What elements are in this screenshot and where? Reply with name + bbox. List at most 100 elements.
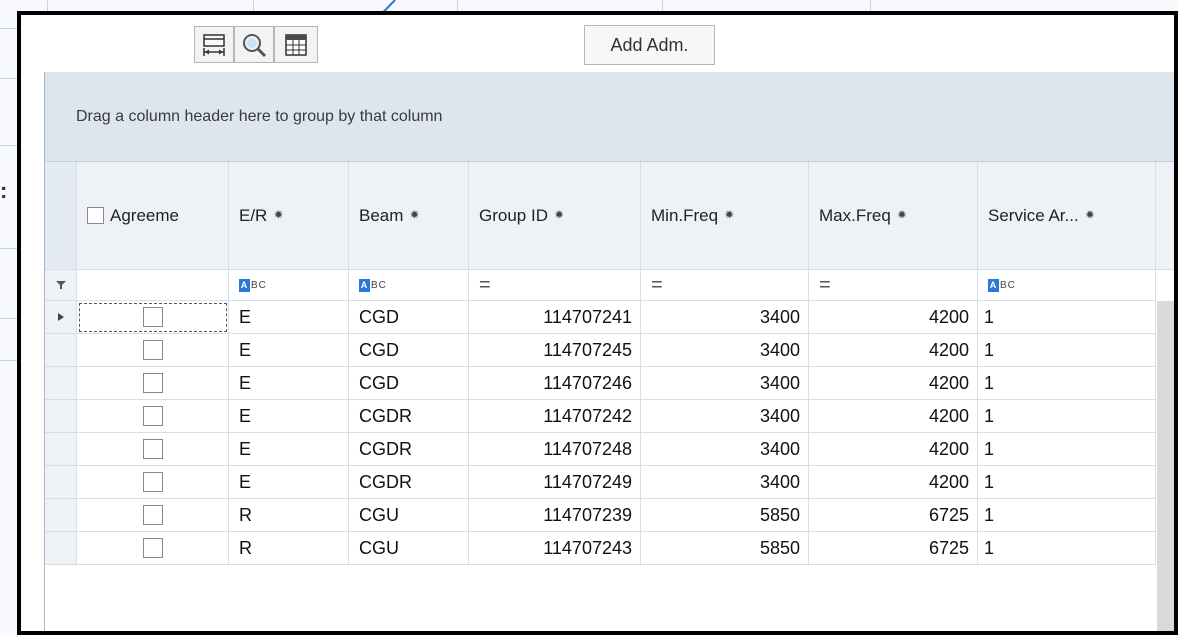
- beam-cell[interactable]: CGDR: [349, 400, 469, 433]
- group-id-cell[interactable]: 114707239: [469, 499, 641, 532]
- max-freq-cell[interactable]: 6725: [809, 499, 978, 532]
- search-button[interactable]: [234, 26, 274, 63]
- group-by-panel[interactable]: Drag a column header here to group by th…: [45, 72, 1174, 162]
- select-all-checkbox[interactable]: [87, 207, 104, 224]
- agreement-checkbox[interactable]: [142, 373, 163, 393]
- min-freq-cell[interactable]: 3400: [641, 400, 809, 433]
- group-id-cell[interactable]: 114707242: [469, 400, 641, 433]
- service-area-cell[interactable]: 1: [978, 532, 1156, 565]
- max-freq-cell[interactable]: 6725: [809, 532, 978, 565]
- er-cell[interactable]: E: [229, 466, 349, 499]
- agreement-checkbox[interactable]: [142, 472, 163, 492]
- table-row[interactable]: R CGU 114707239 5850 6725 1: [45, 499, 1174, 532]
- agreement-checkbox[interactable]: [142, 307, 163, 327]
- group-id-cell[interactable]: 114707249: [469, 466, 641, 499]
- column-chooser-button[interactable]: [274, 26, 318, 63]
- er-cell[interactable]: R: [229, 532, 349, 565]
- min-freq-cell[interactable]: 3400: [641, 466, 809, 499]
- group-id-cell[interactable]: 114707241: [469, 301, 641, 334]
- agreement-cell[interactable]: [77, 367, 229, 400]
- agreement-checkbox[interactable]: [142, 505, 163, 525]
- add-adm-button[interactable]: Add Adm.: [584, 25, 715, 65]
- agreement-cell[interactable]: [77, 466, 229, 499]
- agreement-cell[interactable]: [77, 301, 229, 334]
- agreement-checkbox[interactable]: [142, 406, 163, 426]
- table-row[interactable]: E CGD 114707241 3400 4200 1: [45, 301, 1174, 334]
- table-row[interactable]: E CGDR 114707249 3400 4200 1: [45, 466, 1174, 499]
- er-cell[interactable]: E: [229, 367, 349, 400]
- beam-cell[interactable]: CGD: [349, 367, 469, 400]
- row-indicator: [45, 400, 77, 433]
- column-header-beam[interactable]: Beam 🟒: [349, 162, 469, 270]
- service-area-cell[interactable]: 1: [978, 433, 1156, 466]
- filter-cell-er[interactable]: A BC: [229, 270, 349, 301]
- min-freq-cell[interactable]: 3400: [641, 433, 809, 466]
- group-id-cell[interactable]: 114707248: [469, 433, 641, 466]
- table-row[interactable]: R CGU 114707243 5850 6725 1: [45, 532, 1174, 565]
- max-freq-cell[interactable]: 4200: [809, 334, 978, 367]
- filter-cell-beam[interactable]: A BC: [349, 270, 469, 301]
- service-area-cell[interactable]: 1: [978, 499, 1156, 532]
- beam-cell[interactable]: CGDR: [349, 433, 469, 466]
- service-area-cell[interactable]: 1: [978, 466, 1156, 499]
- agreement-checkbox[interactable]: [142, 538, 163, 558]
- min-freq-cell[interactable]: 5850: [641, 532, 809, 565]
- column-header-er[interactable]: E/R 🟒: [229, 162, 349, 270]
- agreement-checkbox[interactable]: [142, 439, 163, 459]
- er-cell[interactable]: E: [229, 334, 349, 367]
- er-cell[interactable]: E: [229, 433, 349, 466]
- beam-cell[interactable]: CGU: [349, 499, 469, 532]
- max-freq-cell[interactable]: 4200: [809, 466, 978, 499]
- fit-columns-button[interactable]: [194, 26, 234, 63]
- agreement-cell[interactable]: [77, 334, 229, 367]
- agreement-cell[interactable]: [77, 532, 229, 565]
- min-freq-cell[interactable]: 3400: [641, 367, 809, 400]
- service-area-cell[interactable]: 1: [978, 367, 1156, 400]
- beam-cell[interactable]: CGD: [349, 301, 469, 334]
- agreement-cell[interactable]: [77, 499, 229, 532]
- filter-cell-max-freq[interactable]: =: [809, 270, 978, 301]
- filter-cell-service-area[interactable]: A BC: [978, 270, 1156, 301]
- column-header-group-id[interactable]: Group ID 🟒: [469, 162, 641, 270]
- max-freq-cell[interactable]: 4200: [809, 367, 978, 400]
- filter-pin-icon[interactable]: 🟒: [897, 206, 907, 225]
- column-header-agreement[interactable]: Agreeme: [77, 162, 229, 270]
- column-header-min-freq[interactable]: Min.Freq 🟒: [641, 162, 809, 270]
- beam-cell[interactable]: CGD: [349, 334, 469, 367]
- column-header-service-area[interactable]: Service Ar... 🟒: [978, 162, 1156, 270]
- service-area-cell[interactable]: 1: [978, 334, 1156, 367]
- filter-pin-icon[interactable]: 🟒: [1085, 206, 1095, 225]
- filter-pin-icon[interactable]: 🟒: [724, 206, 734, 225]
- filter-pin-icon[interactable]: 🟒: [273, 206, 283, 225]
- group-id-cell[interactable]: 114707246: [469, 367, 641, 400]
- agreement-cell[interactable]: [77, 433, 229, 466]
- max-freq-cell[interactable]: 4200: [809, 301, 978, 334]
- group-id-cell[interactable]: 114707245: [469, 334, 641, 367]
- agreement-checkbox[interactable]: [142, 340, 163, 360]
- column-chooser-icon: [285, 33, 307, 56]
- table-row[interactable]: E CGD 114707245 3400 4200 1: [45, 334, 1174, 367]
- group-id-cell[interactable]: 114707243: [469, 532, 641, 565]
- er-cell[interactable]: R: [229, 499, 349, 532]
- filter-cell-agreement[interactable]: [77, 270, 229, 301]
- column-header-max-freq[interactable]: Max.Freq 🟒: [809, 162, 978, 270]
- filter-pin-icon[interactable]: 🟒: [409, 206, 419, 225]
- beam-cell[interactable]: CGDR: [349, 466, 469, 499]
- min-freq-cell[interactable]: 3400: [641, 334, 809, 367]
- er-cell[interactable]: E: [229, 301, 349, 334]
- table-row[interactable]: E CGD 114707246 3400 4200 1: [45, 367, 1174, 400]
- filter-cell-group-id[interactable]: =: [469, 270, 641, 301]
- filter-cell-min-freq[interactable]: =: [641, 270, 809, 301]
- table-row[interactable]: E CGDR 114707248 3400 4200 1: [45, 433, 1174, 466]
- service-area-cell[interactable]: 1: [978, 301, 1156, 334]
- beam-cell[interactable]: CGU: [349, 532, 469, 565]
- max-freq-cell[interactable]: 4200: [809, 400, 978, 433]
- min-freq-cell[interactable]: 3400: [641, 301, 809, 334]
- filter-pin-icon[interactable]: 🟒: [554, 206, 564, 225]
- er-cell[interactable]: E: [229, 400, 349, 433]
- service-area-cell[interactable]: 1: [978, 400, 1156, 433]
- max-freq-cell[interactable]: 4200: [809, 433, 978, 466]
- min-freq-cell[interactable]: 5850: [641, 499, 809, 532]
- agreement-cell[interactable]: [77, 400, 229, 433]
- table-row[interactable]: E CGDR 114707242 3400 4200 1: [45, 400, 1174, 433]
